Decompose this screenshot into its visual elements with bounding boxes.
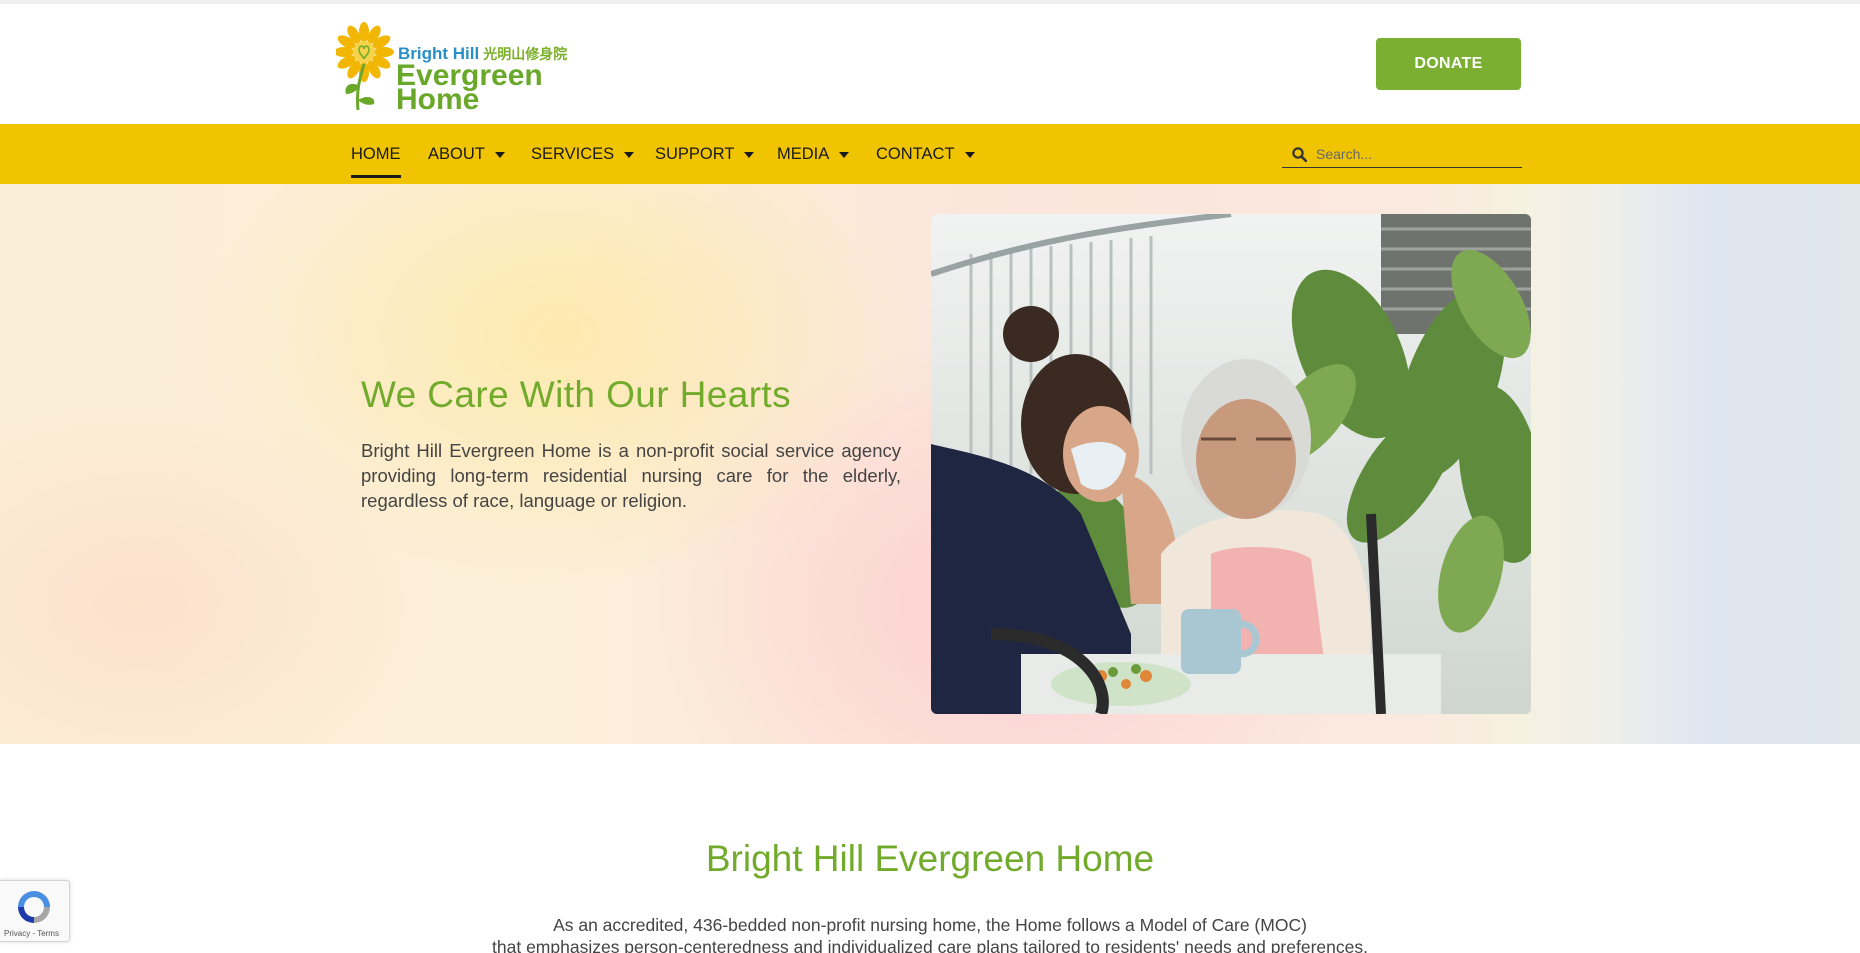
hero-section: We Care With Our Hearts Bright Hill Ever… xyxy=(0,184,1860,744)
nav-item-contact[interactable]: CONTACT xyxy=(876,124,975,184)
about-section: Bright Hill Evergreen Home As an accredi… xyxy=(0,744,1860,953)
nav-item-about[interactable]: ABOUT xyxy=(428,124,505,184)
nav-item-support[interactable]: SUPPORT xyxy=(655,124,755,184)
caret-down-icon xyxy=(494,152,505,158)
nav-item-label: SERVICES xyxy=(531,144,615,163)
nav-item-label: SUPPORT xyxy=(655,144,735,163)
site-header: Bright Hill 光明山修身院 Evergreen Home DONATE xyxy=(0,4,1860,124)
hero-title: We Care With Our Hearts xyxy=(361,374,792,415)
main-nav: HOME ABOUT SERVICES SUPPORT MEDIA CONTAC… xyxy=(0,124,1860,184)
nav-item-media[interactable]: MEDIA xyxy=(777,124,850,184)
search-input[interactable] xyxy=(1316,145,1506,162)
recaptcha-terms[interactable]: Privacy - Terms xyxy=(4,929,59,938)
caret-down-icon xyxy=(839,152,850,158)
caret-down-icon xyxy=(964,152,975,158)
nav-item-label: HOME xyxy=(351,144,401,163)
about-intro: As an accredited, 436-bedded non-profit … xyxy=(0,914,1860,953)
about-intro-line-1: As an accredited, 436-bedded non-profit … xyxy=(553,915,1307,935)
hero-description: Bright Hill Evergreen Home is a non-prof… xyxy=(361,440,901,511)
donate-button[interactable]: DONATE xyxy=(1376,38,1521,90)
search-icon[interactable] xyxy=(1292,146,1308,162)
background-wash xyxy=(1620,184,1860,744)
nav-item-home[interactable]: HOME xyxy=(351,124,401,184)
about-intro-line-2: that emphasizes person-centeredness and … xyxy=(492,937,1368,953)
caret-down-icon xyxy=(624,152,635,158)
nav-item-services[interactable]: SERVICES xyxy=(531,124,635,184)
search-box xyxy=(1282,140,1522,168)
nav-item-label: MEDIA xyxy=(777,144,830,163)
nav-item-label: CONTACT xyxy=(876,144,955,163)
site-logo[interactable]: Bright Hill 光明山修身院 Evergreen Home xyxy=(336,18,567,115)
recaptcha-badge[interactable]: Privacy - Terms xyxy=(0,880,70,942)
caret-down-icon xyxy=(744,152,755,158)
about-title: Bright Hill Evergreen Home xyxy=(705,838,1155,879)
nav-item-label: ABOUT xyxy=(428,144,485,163)
logo-text-evergreen-home: Evergreen Home xyxy=(396,61,543,115)
recaptcha-icon xyxy=(18,891,50,923)
hero-photo xyxy=(931,214,1531,714)
